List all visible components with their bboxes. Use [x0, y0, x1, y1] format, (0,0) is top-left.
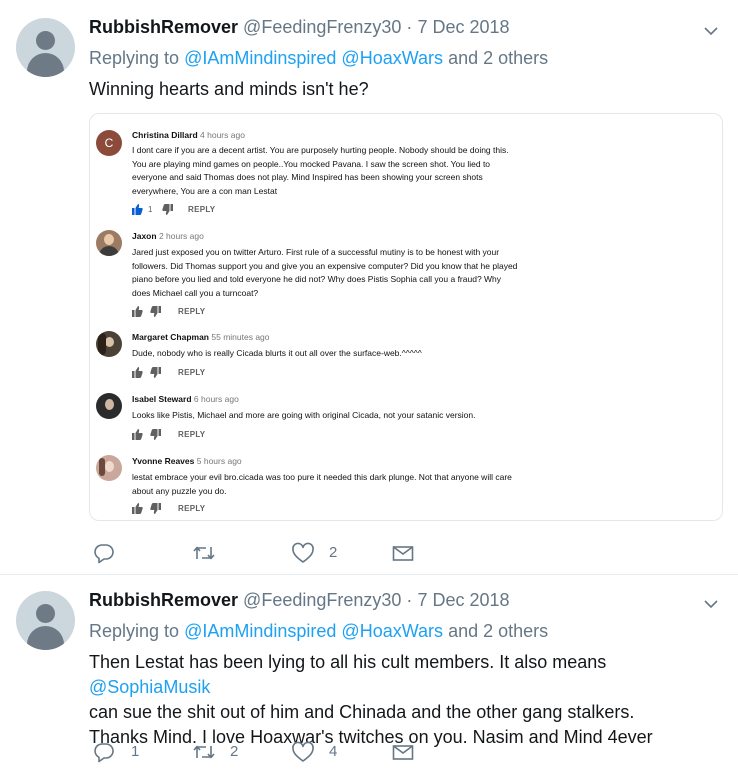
- reply-icon: [94, 743, 114, 763]
- tweet-text: Winning hearts and minds isn't he?: [89, 79, 369, 99]
- tweet-header: RubbishRemover @FeedingFrenzy30 · 7 Dec …: [89, 590, 510, 611]
- user-handle[interactable]: @FeedingFrenzy30: [243, 590, 401, 610]
- avatar[interactable]: [16, 591, 75, 650]
- display-name[interactable]: RubbishRemover: [89, 17, 238, 37]
- comment-author: Margaret Chapman: [132, 332, 209, 342]
- reply-icon: [94, 544, 114, 564]
- reply-link: REPLY: [178, 307, 206, 316]
- comment-time: 2 hours ago: [158, 231, 204, 241]
- avatar: [96, 230, 122, 256]
- tweet-header: RubbishRemover @FeedingFrenzy30 · 7 Dec …: [89, 17, 510, 38]
- heart-icon: [292, 542, 314, 563]
- like-count: 2: [329, 544, 338, 561]
- separator-dot: ·: [406, 590, 413, 610]
- reply-link: REPLY: [178, 368, 206, 377]
- retweet-count: 2: [230, 743, 239, 760]
- replying-to: Replying to @IAmMindinspired @HoaxWars a…: [89, 621, 548, 642]
- comment-time: 6 hours ago: [193, 394, 239, 404]
- comment-time: 4 hours ago: [200, 130, 245, 140]
- tweet-actions: 1 2 4: [89, 741, 689, 765]
- embedded-image[interactable]: C Christina Dillard 4 hours ago I dont c…: [89, 113, 723, 521]
- avatar: C: [96, 130, 122, 156]
- replying-prefix: Replying to: [89, 621, 180, 641]
- reply-count: 1: [131, 743, 140, 760]
- reply-link: REPLY: [178, 504, 206, 513]
- retweet-icon: [193, 546, 215, 560]
- tweet[interactable]: RubbishRemover @FeedingFrenzy30 · 7 Dec …: [0, 0, 738, 575]
- like-count: 4: [329, 743, 338, 760]
- comment-author: Isabel Steward: [132, 394, 192, 404]
- retweet-icon: [193, 745, 215, 759]
- avatar: [96, 455, 122, 481]
- mention-link[interactable]: @IAmMindinspired: [184, 48, 336, 68]
- chevron-down-icon[interactable]: [704, 24, 718, 38]
- mention-link[interactable]: @HoaxWars: [341, 621, 443, 641]
- comment-text: Dude, nobody who is really Cicada blurts…: [132, 348, 422, 358]
- comment-text: lestat embrace your evil bro.cicada was …: [132, 472, 512, 496]
- tweet[interactable]: RubbishRemover @FeedingFrenzy30 · 7 Dec …: [0, 576, 738, 774]
- thumbs-up-icon: [132, 204, 143, 215]
- replying-prefix: Replying to: [89, 48, 180, 68]
- chevron-down-icon[interactable]: [704, 597, 718, 611]
- comment-author: Jaxon: [132, 231, 157, 241]
- comment-author: Christina Dillard: [132, 130, 198, 140]
- comment-text: Looks like Pistis, Michael and more are …: [132, 410, 476, 420]
- thumbs-up-icon: [132, 429, 143, 440]
- mention-link[interactable]: @HoaxWars: [341, 48, 443, 68]
- tweet-text: Then Lestat has been lying to all his cu…: [89, 652, 653, 747]
- thumbs-down-icon: [162, 204, 173, 215]
- reply-link: REPLY: [188, 205, 216, 214]
- thumbs-down-icon: [150, 367, 161, 378]
- avatar: [96, 331, 122, 357]
- comment-time: 5 hours ago: [196, 456, 242, 466]
- tweet-actions: 2: [89, 542, 689, 566]
- thumbs-up-icon: [132, 306, 143, 317]
- thumbs-up-icon: [132, 367, 143, 378]
- reply-link: REPLY: [178, 430, 206, 439]
- comment-time: 55 minutes ago: [211, 332, 270, 342]
- replying-suffix[interactable]: and 2 others: [448, 48, 548, 68]
- comment-author: Yvonne Reaves: [132, 456, 195, 466]
- thumbs-up-icon: [132, 503, 143, 514]
- thumbs-down-icon: [150, 503, 161, 514]
- tweet-date[interactable]: 7 Dec 2018: [417, 590, 509, 610]
- avatar[interactable]: [16, 18, 75, 77]
- envelope-icon: [392, 546, 414, 561]
- tweet-date[interactable]: 7 Dec 2018: [417, 17, 509, 37]
- comment-text: I dont care if you are a decent artist. …: [132, 145, 509, 196]
- user-handle[interactable]: @FeedingFrenzy30: [243, 17, 401, 37]
- like-count: 1: [148, 205, 153, 214]
- mention-link[interactable]: @IAmMindinspired: [184, 621, 336, 641]
- display-name[interactable]: RubbishRemover: [89, 590, 238, 610]
- heart-icon: [292, 741, 314, 762]
- envelope-icon: [392, 745, 414, 760]
- comment-text: Jared just exposed you on twitter Arturo…: [132, 247, 518, 298]
- thumbs-down-icon: [150, 306, 161, 317]
- mention-link[interactable]: @SophiaMusik: [89, 677, 210, 697]
- thumbs-down-icon: [150, 429, 161, 440]
- separator-dot: ·: [406, 17, 413, 37]
- replying-to: Replying to @IAmMindinspired @HoaxWars a…: [89, 48, 548, 69]
- avatar: [96, 393, 122, 419]
- replying-suffix[interactable]: and 2 others: [448, 621, 548, 641]
